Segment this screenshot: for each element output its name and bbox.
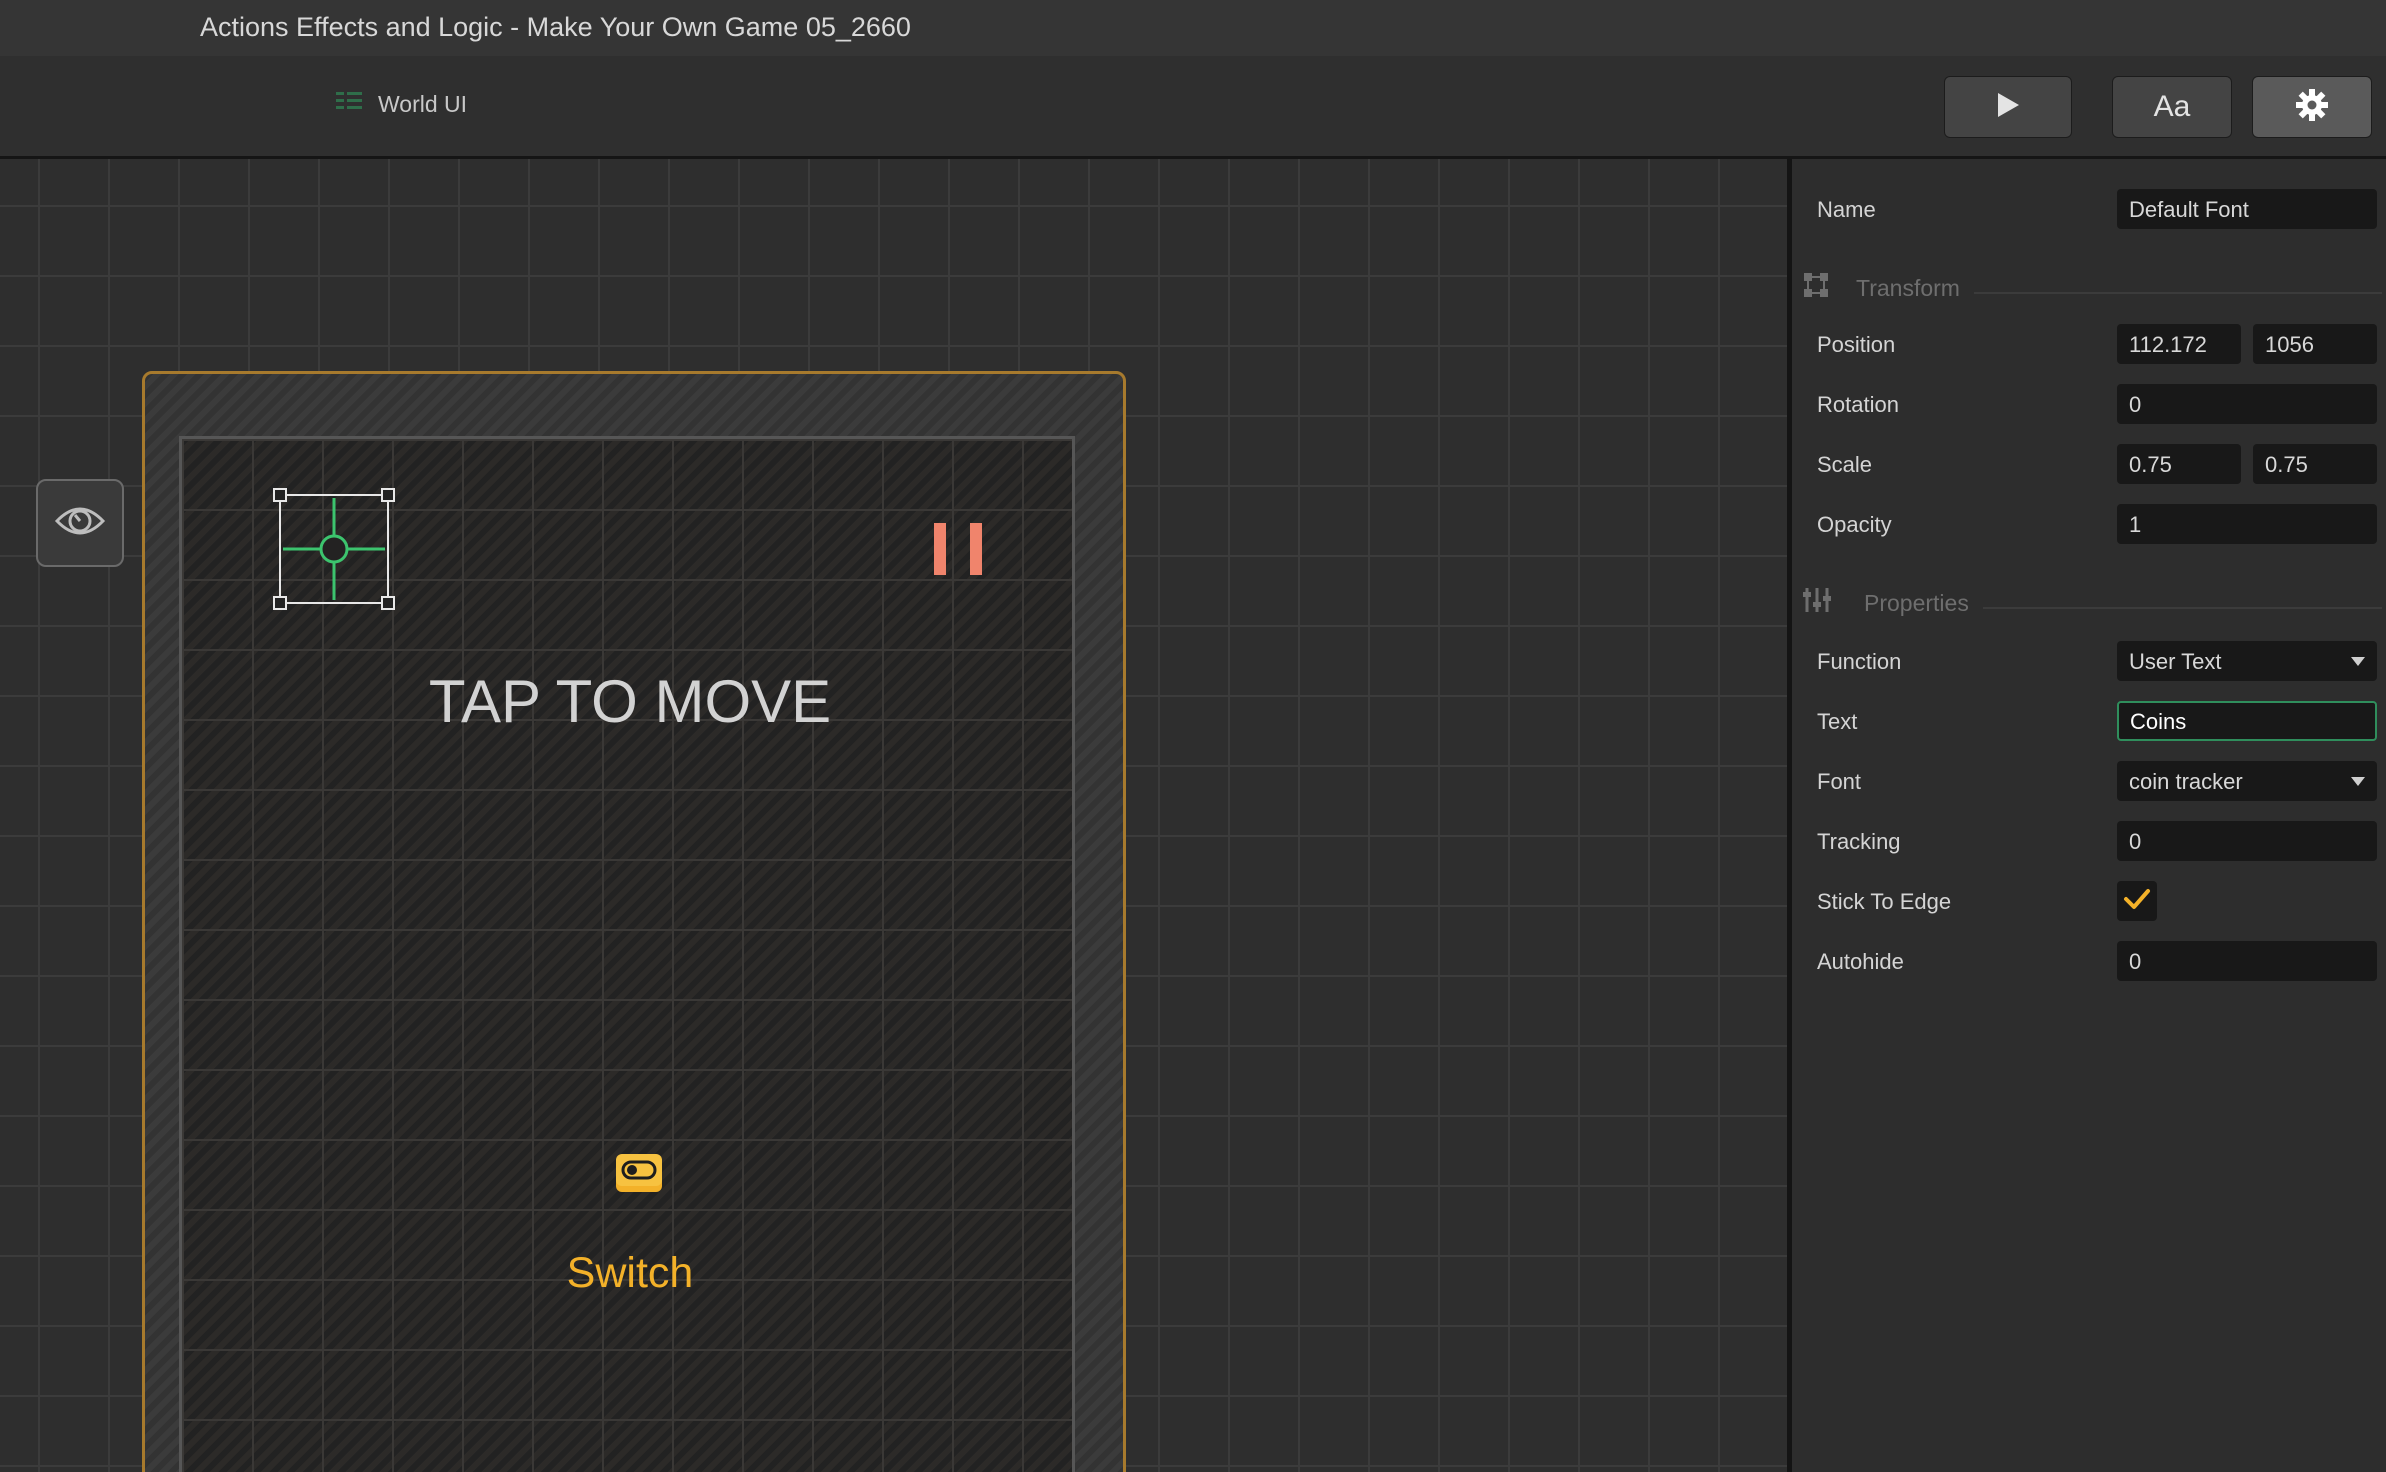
layers-icon <box>336 90 362 118</box>
opacity-field[interactable]: 1 <box>2117 504 2377 544</box>
tracking-label: Tracking <box>1817 829 1901 854</box>
scene-canvas[interactable]: TAP TO MOVE Switch <box>0 159 1787 1472</box>
breadcrumb-label: World UI <box>378 90 468 117</box>
window-title: Actions Effects and Logic - Make Your Ow… <box>200 12 911 42</box>
opacity-label: Opacity <box>1817 512 1892 537</box>
name-field[interactable]: Default Font <box>2117 189 2377 229</box>
play-button[interactable] <box>1944 76 2072 138</box>
stick-to-edge-checkbox[interactable] <box>2117 881 2157 921</box>
name-label: Name <box>1817 197 1876 222</box>
settings-button[interactable] <box>2252 76 2372 138</box>
switch-label[interactable]: Switch <box>182 1249 1078 1298</box>
transform-icon <box>1802 271 1830 305</box>
font-button[interactable]: Aa <box>2112 76 2232 138</box>
position-y-field[interactable]: 1056 <box>2253 324 2377 364</box>
text-field[interactable]: Coins <box>2117 701 2377 741</box>
rotation-field[interactable]: 0 <box>2117 384 2377 424</box>
inspector-panel: Name Default Font Transform Position 112… <box>1787 159 2386 1472</box>
scale-x-field[interactable]: 0.75 <box>2117 444 2241 484</box>
font-dropdown[interactable]: coin tracker <box>2117 761 2377 801</box>
scale-y-field[interactable]: 0.75 <box>2253 444 2377 484</box>
function-label: Function <box>1817 649 1902 674</box>
gear-icon <box>2295 88 2329 127</box>
checkmark-icon <box>2123 887 2151 916</box>
tap-to-move-text[interactable]: TAP TO MOVE <box>182 667 1078 736</box>
properties-section: Properties <box>1802 586 2382 620</box>
eye-icon <box>54 501 106 546</box>
visibility-toggle-button[interactable] <box>36 479 124 567</box>
pause-icon[interactable] <box>934 523 982 575</box>
ui-screen[interactable]: TAP TO MOVE Switch <box>179 436 1075 1472</box>
toolbar: World UI Aa <box>0 56 2386 159</box>
autohide-field[interactable]: 0 <box>2117 941 2377 981</box>
position-x-field[interactable]: 112.172 <box>2117 324 2241 364</box>
sliders-icon <box>1802 586 1832 620</box>
transform-section: Transform <box>1802 271 2382 305</box>
font-label: Font <box>1817 769 1862 794</box>
switch-icon[interactable] <box>614 1152 664 1196</box>
function-dropdown[interactable]: User Text <box>2117 641 2377 681</box>
autohide-label: Autohide <box>1817 949 1904 974</box>
breadcrumb[interactable]: World UI <box>336 90 467 118</box>
rotation-label: Rotation <box>1817 392 1899 417</box>
scale-label: Scale <box>1817 452 1873 477</box>
stick-to-edge-label: Stick To Edge <box>1817 889 1952 914</box>
transform-header: Transform <box>1856 274 1960 301</box>
anchor-crosshair-icon <box>281 496 387 607</box>
ui-frame-outer[interactable]: TAP TO MOVE Switch <box>142 371 1126 1472</box>
position-label: Position <box>1817 332 1896 357</box>
selection-box[interactable] <box>273 488 395 610</box>
play-icon <box>1996 92 2020 123</box>
properties-header: Properties <box>1864 589 1969 616</box>
tracking-field[interactable]: 0 <box>2117 821 2377 861</box>
text-label: Text <box>1817 709 1858 734</box>
title-bar: Actions Effects and Logic - Make Your Ow… <box>0 0 2386 56</box>
